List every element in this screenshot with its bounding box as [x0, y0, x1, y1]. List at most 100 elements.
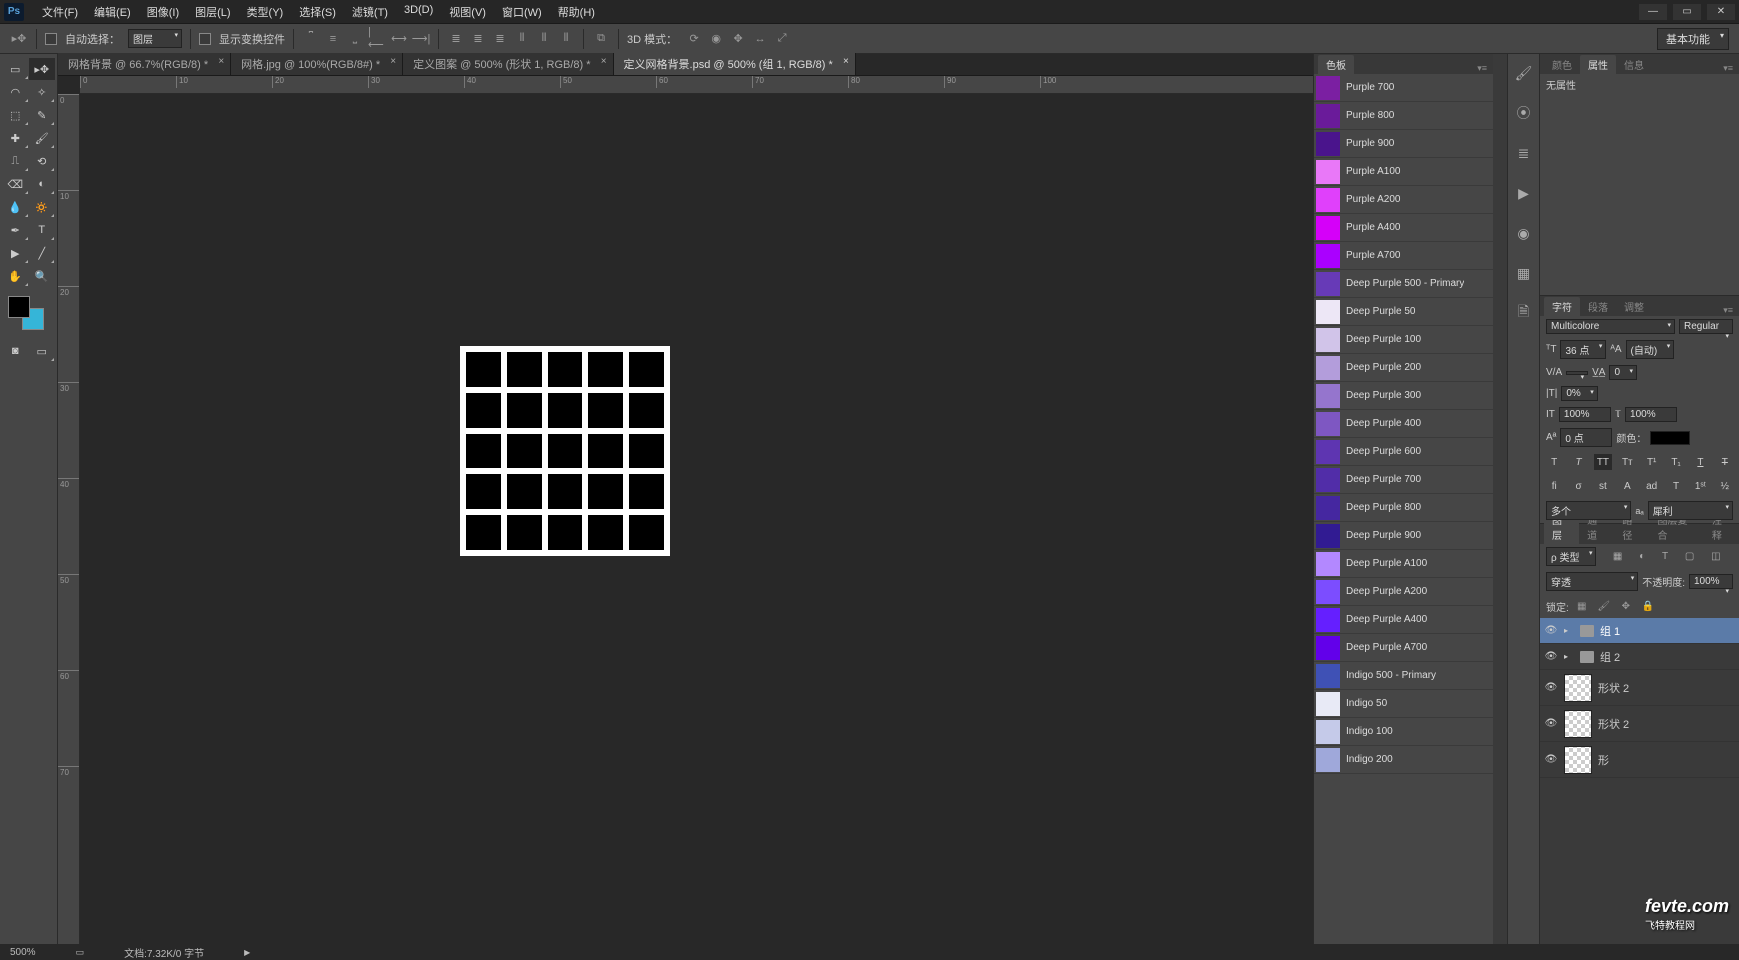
align-right-icon[interactable]: ⟶|	[412, 30, 430, 48]
swatch-row[interactable]: Deep Purple A400	[1314, 606, 1493, 634]
document-tab[interactable]: 网格背景 @ 66.7%(RGB/8) *×	[58, 53, 231, 75]
menu-3[interactable]: 图层(L)	[187, 1, 238, 23]
leading-input[interactable]: (自动)	[1626, 340, 1675, 359]
strikethrough-button[interactable]: T	[1716, 454, 1734, 470]
pen-tool[interactable]: ✒	[2, 219, 29, 241]
menu-6[interactable]: 滤镜(T)	[344, 1, 396, 23]
menu-4[interactable]: 类型(Y)	[239, 1, 292, 23]
titling-button[interactable]: T	[1667, 478, 1685, 494]
quickmask-tool[interactable]: ◙	[2, 340, 29, 362]
visibility-eye-icon[interactable]: 👁	[1544, 681, 1558, 695]
menu-1[interactable]: 编辑(E)	[86, 1, 139, 23]
layer-row[interactable]: 👁形	[1540, 742, 1739, 778]
ad-feature-button[interactable]: ad	[1643, 478, 1661, 494]
menu-5[interactable]: 选择(S)	[291, 1, 344, 23]
zoom-level[interactable]: 500%	[10, 947, 36, 958]
baseline-input[interactable]: 0 点	[1560, 428, 1612, 447]
visibility-eye-icon[interactable]: 👁	[1544, 624, 1558, 638]
close-button[interactable]: ✕	[1707, 4, 1735, 20]
aa-method-select[interactable]: 犀利	[1648, 501, 1733, 520]
font-style-select[interactable]: Regular	[1679, 319, 1733, 334]
eyedropper-tool[interactable]: ✎	[29, 104, 56, 126]
swatch-row[interactable]: Indigo 50	[1314, 690, 1493, 718]
swatch-row[interactable]: Indigo 100	[1314, 718, 1493, 746]
swatch-row[interactable]: Purple 800	[1314, 102, 1493, 130]
panel-menu-icon[interactable]: ▾≡	[1471, 63, 1493, 74]
swatch-row[interactable]: Deep Purple A100	[1314, 550, 1493, 578]
visibility-eye-icon[interactable]: 👁	[1544, 717, 1558, 731]
scale-3d-icon[interactable]: ⤢	[773, 30, 791, 48]
swatch-row[interactable]: Deep Purple 600	[1314, 438, 1493, 466]
layer-kind-filter[interactable]: ρ 类型	[1546, 547, 1596, 566]
panel-menu-icon[interactable]: ▾≡	[1717, 63, 1739, 74]
blur-tool[interactable]: 💧	[2, 196, 29, 218]
font-size-input[interactable]: 36 点	[1560, 340, 1606, 359]
distribute-left-icon[interactable]: ⦀	[513, 30, 531, 48]
auto-select-checkbox[interactable]	[45, 33, 57, 45]
ordinal-button[interactable]: 1ˢᵗ	[1691, 478, 1709, 494]
dock-libraries-icon[interactable]: ▦	[1513, 262, 1535, 284]
o-feature-button[interactable]: σ	[1570, 478, 1588, 494]
menu-10[interactable]: 帮助(H)	[550, 1, 603, 23]
swatch-row[interactable]: Indigo 200	[1314, 746, 1493, 774]
swatch-row[interactable]: Deep Purple 900	[1314, 522, 1493, 550]
distribute-hcenter-icon[interactable]: ⦀	[535, 30, 553, 48]
color-swatches[interactable]	[2, 296, 55, 336]
swatch-row[interactable]: Deep Purple 500 - Primary	[1314, 270, 1493, 298]
dock-brush-icon[interactable]: 🖌	[1513, 62, 1535, 84]
visibility-eye-icon[interactable]: 👁	[1544, 650, 1558, 664]
filter-pixel-icon[interactable]: ▦	[1613, 551, 1622, 562]
alternate-button[interactable]: A	[1618, 478, 1636, 494]
roll-3d-icon[interactable]: ◉	[707, 30, 725, 48]
tab-close-icon[interactable]: ×	[390, 56, 396, 67]
dock-styles-icon[interactable]: ◉	[1513, 222, 1535, 244]
canvas-view[interactable]	[80, 94, 1313, 944]
swatch-row[interactable]: Purple 900	[1314, 130, 1493, 158]
dock-actions-icon[interactable]: ▶	[1513, 182, 1535, 204]
panel-menu-icon[interactable]: ▾≡	[1717, 305, 1739, 316]
scale-v-input[interactable]: 100%	[1559, 407, 1611, 422]
swatch-row[interactable]: Purple A400	[1314, 214, 1493, 242]
superscript-button[interactable]: T¹	[1643, 454, 1661, 470]
aa-mode-select[interactable]: 多个	[1546, 501, 1631, 520]
filter-adjust-icon[interactable]: ◐	[1639, 551, 1645, 562]
font-family-select[interactable]: Multicolore	[1546, 319, 1675, 334]
auto-align-icon[interactable]: ⧉	[592, 30, 610, 48]
screenmode-tool[interactable]: ▭	[29, 340, 56, 362]
menu-2[interactable]: 图像(I)	[139, 1, 187, 23]
swatch-row[interactable]: Deep Purple 300	[1314, 382, 1493, 410]
magic-wand-tool[interactable]: ✧	[29, 81, 56, 103]
expand-arrow-icon[interactable]: ▸	[1564, 626, 1574, 635]
move-tool-indicator[interactable]: ▸✥	[10, 30, 28, 48]
align-top-icon[interactable]: ⎴	[302, 30, 320, 48]
st-ligature-button[interactable]: st	[1594, 478, 1612, 494]
marquee-tool[interactable]: ▭	[2, 58, 29, 80]
align-vcenter-icon[interactable]: ≡	[324, 30, 342, 48]
swatch-row[interactable]: Deep Purple 100	[1314, 326, 1493, 354]
fi-ligature-button[interactable]: fi	[1545, 478, 1563, 494]
align-bottom-icon[interactable]: ⎵	[346, 30, 364, 48]
document-tab[interactable]: 网格.jpg @ 100%(RGB/8#) *×	[231, 53, 403, 75]
filter-shape-icon[interactable]: ▢	[1685, 551, 1694, 562]
layer-row[interactable]: 👁形状 2	[1540, 706, 1739, 742]
auto-select-target[interactable]: 图层	[128, 29, 182, 48]
smallcaps-button[interactable]: Tᴛ	[1618, 454, 1636, 470]
lock-position-icon[interactable]: ✥	[1617, 597, 1635, 615]
swatches-tab[interactable]: 色板	[1318, 55, 1354, 74]
doc-size[interactable]: 文档:7.32K/0 字节	[124, 945, 204, 960]
swatch-row[interactable]: Deep Purple 800	[1314, 494, 1493, 522]
crop-tool[interactable]: ⬚	[2, 104, 29, 126]
menu-7[interactable]: 3D(D)	[396, 1, 441, 23]
swatch-row[interactable]: Deep Purple A200	[1314, 578, 1493, 606]
blend-mode-select[interactable]: 穿透	[1546, 572, 1638, 591]
color-tab[interactable]: 颜色	[1544, 55, 1580, 74]
path-select-tool[interactable]: ▶	[2, 242, 29, 264]
align-hcenter-icon[interactable]: ⟷	[390, 30, 408, 48]
swatch-row[interactable]: Deep Purple 400	[1314, 410, 1493, 438]
expand-arrow-icon[interactable]: ▸	[1564, 652, 1574, 661]
dodge-tool[interactable]: 🔅	[29, 196, 56, 218]
fraction-button[interactable]: ½	[1716, 478, 1734, 494]
ruler-horizontal[interactable]: 0102030405060708090100	[80, 76, 1313, 94]
bold-button[interactable]: T	[1545, 454, 1563, 470]
menu-0[interactable]: 文件(F)	[34, 1, 86, 23]
